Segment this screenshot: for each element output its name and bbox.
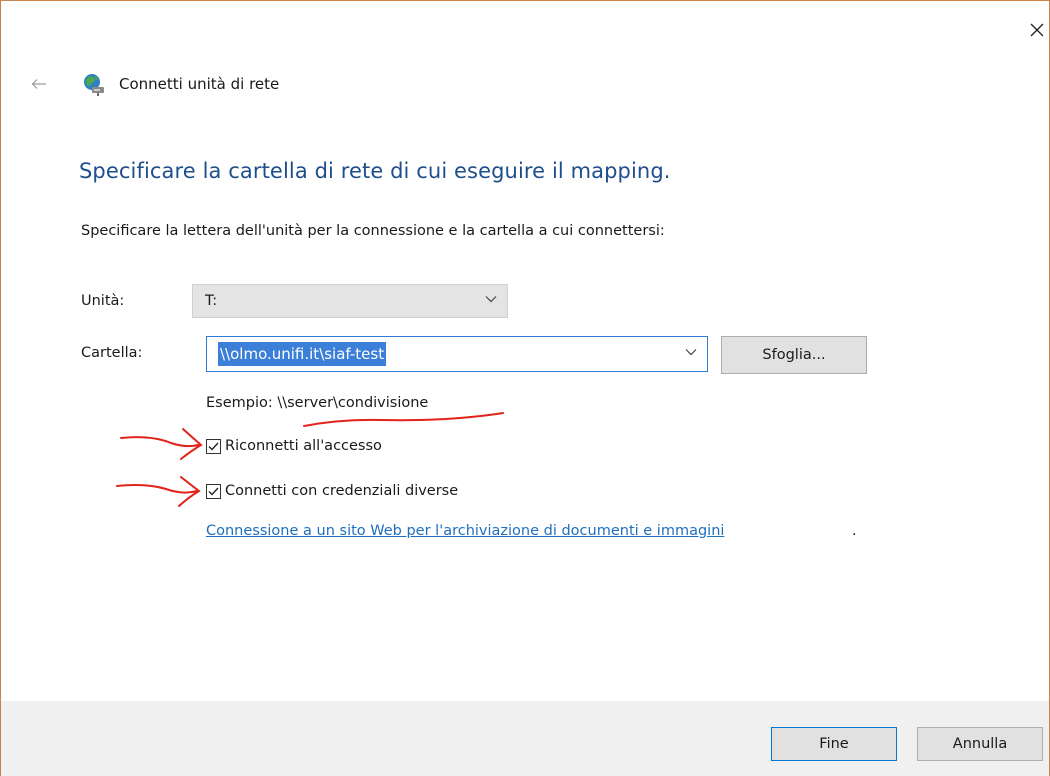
underline-annotation — [303, 412, 504, 427]
folder-input-value: \\olmo.unifi.it\siaf-test — [218, 342, 387, 366]
drive-select[interactable]: T: — [192, 284, 508, 318]
page-heading: Specificare la cartella di rete di cui e… — [79, 159, 671, 183]
cancel-button[interactable]: Annulla — [917, 727, 1043, 761]
handwritten-annotations — [116, 412, 504, 507]
arrow-annotation-credentials — [116, 476, 201, 507]
reconnect-label: Riconnetti all'accesso — [225, 438, 382, 454]
chevron-down-icon[interactable] — [685, 348, 697, 356]
dialog-footer: Fine Annulla — [1, 701, 1049, 776]
arrow-annotation-reconnect — [120, 428, 203, 460]
window-title: Connetti unità di rete — [119, 75, 280, 93]
back-arrow-icon — [31, 79, 46, 89]
drive-label: Unità: — [81, 293, 125, 309]
browse-button[interactable]: Sfoglia... — [721, 336, 867, 374]
checkmark-icon — [208, 487, 219, 496]
close-icon — [1030, 23, 1044, 37]
web-site-link[interactable]: Connessione a un sito Web per l'archivia… — [206, 523, 724, 539]
folder-input[interactable]: \\olmo.unifi.it\siaf-test — [206, 336, 708, 372]
credentials-label: Connetti con credenziali diverse — [225, 483, 459, 499]
drive-select-value: T: — [205, 293, 218, 309]
credentials-option[interactable]: Connetti con credenziali diverse — [206, 483, 458, 499]
folder-label: Cartella: — [81, 345, 143, 361]
close-button[interactable] — [1025, 18, 1049, 42]
chevron-down-icon — [485, 296, 497, 303]
example-text: Esempio: \\server\condivisione — [206, 395, 429, 411]
page-description: Specificare la lettera dell'unità per la… — [81, 223, 665, 239]
credentials-checkbox[interactable] — [206, 483, 221, 499]
checkmark-icon — [208, 442, 219, 451]
back-button[interactable] — [29, 74, 49, 94]
finish-button[interactable]: Fine — [771, 727, 897, 761]
link-period: . — [852, 523, 857, 539]
reconnect-option[interactable]: Riconnetti all'accesso — [206, 438, 382, 454]
network-drive-icon — [84, 74, 104, 96]
dialog-window: Connetti unità di rete Specificare la ca… — [0, 0, 1050, 776]
reconnect-checkbox[interactable] — [206, 438, 221, 454]
